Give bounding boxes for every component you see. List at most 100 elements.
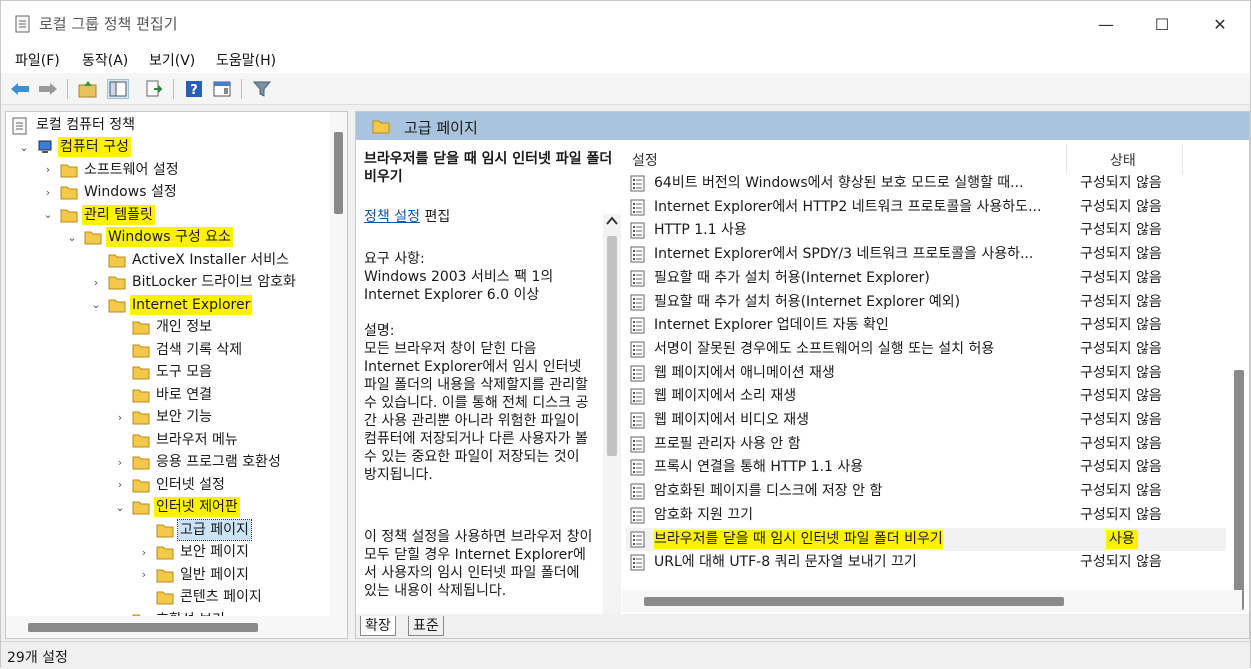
show-hide-tree-icon[interactable] bbox=[107, 79, 129, 99]
tree-item[interactable]: 개인 정보 bbox=[6, 316, 326, 338]
folder-icon bbox=[84, 229, 102, 245]
setting-row[interactable]: 필요할 때 추가 설치 허용(Internet Explorer 예외) 구성되지… bbox=[626, 291, 1226, 314]
back-arrow-icon[interactable] bbox=[9, 79, 31, 99]
tab-extended[interactable]: 확장 bbox=[360, 616, 396, 636]
tree-item[interactable]: 검색 기록 삭제 bbox=[6, 339, 326, 361]
chevron-down-icon[interactable]: ⌄ bbox=[90, 298, 102, 311]
setting-row[interactable]: Internet Explorer에서 SPDY/3 네트워크 프로토콜을 사용… bbox=[626, 243, 1226, 266]
setting-row[interactable]: 웹 페이지에서 소리 재생 구성되지 않음 bbox=[626, 385, 1226, 408]
setting-row[interactable]: URL에 대해 UTF-8 쿼리 문자열 보내기 끄기 구성되지 않음 bbox=[626, 551, 1226, 574]
menu-action[interactable]: 동작(A) bbox=[82, 50, 128, 70]
menu-help[interactable]: 도움말(H) bbox=[216, 50, 276, 70]
tree-horizontal-scrollbar[interactable] bbox=[6, 616, 347, 638]
chevron-right-icon[interactable]: › bbox=[138, 546, 150, 559]
tree-scroll-thumb[interactable] bbox=[334, 132, 343, 214]
policy-setting-link[interactable]: 정책 설정 bbox=[364, 209, 420, 225]
settings-list: 설정 상태 64비트 버전의 Windows에서 향상된 보호 모드로 실행할 … bbox=[622, 140, 1249, 616]
setting-row[interactable]: 웹 페이지에서 비디오 재생 구성되지 않음 bbox=[626, 409, 1226, 432]
tree-item[interactable]: ⌄ Windows 구성 요소 bbox=[6, 226, 326, 248]
tree-item[interactable]: › 인터넷 설정 bbox=[6, 474, 326, 496]
setting-row[interactable]: 브라우저를 닫을 때 임시 인터넷 파일 폴더 비우기 사용 bbox=[626, 527, 1226, 551]
column-state[interactable]: 상태 bbox=[1110, 150, 1136, 170]
setting-name: HTTP 1.1 사용 bbox=[654, 222, 747, 239]
chevron-right-icon[interactable]: › bbox=[114, 478, 126, 491]
tab-standard[interactable]: 표준 bbox=[408, 616, 444, 636]
tree-item[interactable]: › 소프트웨어 설정 bbox=[6, 159, 326, 181]
tree-item[interactable]: › 일반 페이지 bbox=[6, 564, 326, 586]
list-horizontal-scrollbar[interactable] bbox=[622, 590, 1242, 612]
chevron-right-icon[interactable]: › bbox=[42, 163, 54, 176]
setting-name: 필요할 때 추가 설치 허용(Internet Explorer) bbox=[654, 269, 930, 286]
tree-item[interactable]: ⌄ 관리 템플릿 bbox=[6, 204, 326, 226]
column-setting[interactable]: 설정 bbox=[632, 150, 658, 170]
export-list-icon[interactable] bbox=[143, 79, 165, 99]
tree-item[interactable]: ActiveX Installer 서비스 bbox=[6, 249, 326, 271]
computer-icon bbox=[36, 139, 54, 155]
setting-row[interactable]: Internet Explorer에서 HTTP2 네트워크 프로토콜을 사용하… bbox=[626, 196, 1226, 219]
minimize-button[interactable]: — bbox=[1083, 9, 1129, 39]
maximize-button[interactable]: ☐ bbox=[1139, 9, 1185, 39]
description-scrollbar[interactable] bbox=[603, 214, 621, 616]
properties-view-icon[interactable] bbox=[211, 79, 233, 99]
up-folder-icon[interactable] bbox=[77, 79, 99, 99]
list-hscroll-thumb[interactable] bbox=[644, 597, 1064, 606]
help-icon[interactable]: ? bbox=[183, 79, 205, 99]
folder-icon bbox=[60, 162, 78, 178]
setting-row[interactable]: 필요할 때 추가 설치 허용(Internet Explorer) 구성되지 않음 bbox=[626, 267, 1226, 290]
tree-item[interactable]: ⌄ Internet Explorer bbox=[6, 294, 326, 316]
folder-icon bbox=[132, 454, 150, 470]
chevron-right-icon[interactable]: › bbox=[114, 411, 126, 424]
tree-item-label: Windows 설정 bbox=[84, 184, 177, 200]
tree-item[interactable]: › 보안 기능 bbox=[6, 406, 326, 428]
chevron-down-icon[interactable]: ⌄ bbox=[114, 501, 126, 514]
setting-row[interactable]: 프록시 연결을 통해 HTTP 1.1 사용 구성되지 않음 bbox=[626, 456, 1226, 479]
chevron-right-icon[interactable]: › bbox=[90, 276, 102, 289]
setting-row[interactable]: 프로필 관리자 사용 안 함 구성되지 않음 bbox=[626, 433, 1226, 456]
setting-row[interactable]: 64비트 버전의 Windows에서 향상된 보호 모드로 실행할 때... 구성… bbox=[626, 172, 1226, 195]
tree-item[interactable]: ⌄ 컴퓨터 구성 bbox=[6, 136, 326, 158]
tree-item[interactable]: ⌄ 인터넷 제어판 bbox=[6, 496, 326, 518]
window: 로컬 그룹 정책 편집기 — ☐ ✕ 파일(F) 동작(A) 보기(V) 도움말… bbox=[0, 0, 1251, 669]
setting-icon bbox=[630, 365, 646, 382]
scroll-up-icon[interactable] bbox=[606, 216, 618, 226]
setting-state: 구성되지 않음 bbox=[1080, 364, 1162, 381]
tree-item-label: 인터넷 설정 bbox=[156, 476, 225, 493]
setting-row[interactable]: 서명이 잘못된 경우에도 소프트웨어의 실행 또는 설치 허용 구성되지 않음 bbox=[626, 338, 1226, 361]
chevron-down-icon[interactable]: ⌄ bbox=[66, 231, 78, 244]
setting-row[interactable]: 웹 페이지에서 애니메이션 재생 구성되지 않음 bbox=[626, 362, 1226, 385]
description-label: 설명: bbox=[364, 323, 395, 339]
chevron-down-icon[interactable]: ⌄ bbox=[18, 141, 30, 154]
setting-icon bbox=[630, 222, 646, 239]
tree-item[interactable]: › 응용 프로그램 호환성 bbox=[6, 451, 326, 473]
setting-row[interactable]: 암호화된 페이지를 디스크에 저장 안 함 구성되지 않음 bbox=[626, 480, 1226, 503]
tree-item[interactable]: 바로 연결 bbox=[6, 384, 326, 406]
forward-arrow-icon[interactable] bbox=[37, 79, 59, 99]
list-vertical-scrollbar[interactable] bbox=[1233, 190, 1245, 610]
tree-item-label: Internet Explorer bbox=[130, 294, 253, 315]
tree-hscroll-thumb[interactable] bbox=[28, 623, 258, 632]
chevron-right-icon[interactable]: › bbox=[42, 186, 54, 199]
close-button[interactable]: ✕ bbox=[1197, 9, 1243, 39]
list-scroll-thumb[interactable] bbox=[1234, 370, 1244, 610]
tree-item[interactable]: 브라우저 메뉴 bbox=[6, 429, 326, 451]
tree-item[interactable]: › Windows 설정 bbox=[6, 181, 326, 203]
chevron-down-icon[interactable]: ⌄ bbox=[42, 208, 54, 221]
tree-item[interactable]: › 보안 페이지 bbox=[6, 541, 326, 563]
setting-icon bbox=[630, 270, 646, 287]
menu-file[interactable]: 파일(F) bbox=[15, 50, 60, 70]
tree-item[interactable]: 콘텐츠 페이지 bbox=[6, 586, 326, 608]
folder-icon bbox=[156, 544, 174, 560]
setting-row[interactable]: 암호화 지원 끄기 구성되지 않음 bbox=[626, 504, 1226, 527]
chevron-right-icon[interactable]: › bbox=[114, 456, 126, 469]
setting-row[interactable]: HTTP 1.1 사용 구성되지 않음 bbox=[626, 219, 1226, 242]
description-scroll-thumb[interactable] bbox=[607, 236, 617, 456]
tree-item[interactable]: 고급 페이지 bbox=[6, 518, 326, 541]
setting-row[interactable]: Internet Explorer 업데이트 자동 확인 구성되지 않음 bbox=[626, 314, 1226, 337]
tree-item[interactable]: 도구 모음 bbox=[6, 361, 326, 383]
menu-view[interactable]: 보기(V) bbox=[149, 50, 195, 70]
setting-state: 구성되지 않음 bbox=[1080, 459, 1162, 476]
tree-item[interactable]: › BitLocker 드라이브 암호화 bbox=[6, 271, 326, 293]
tree-vertical-scrollbar[interactable] bbox=[330, 112, 347, 617]
filter-icon[interactable] bbox=[251, 79, 273, 99]
chevron-right-icon[interactable]: › bbox=[138, 568, 150, 581]
